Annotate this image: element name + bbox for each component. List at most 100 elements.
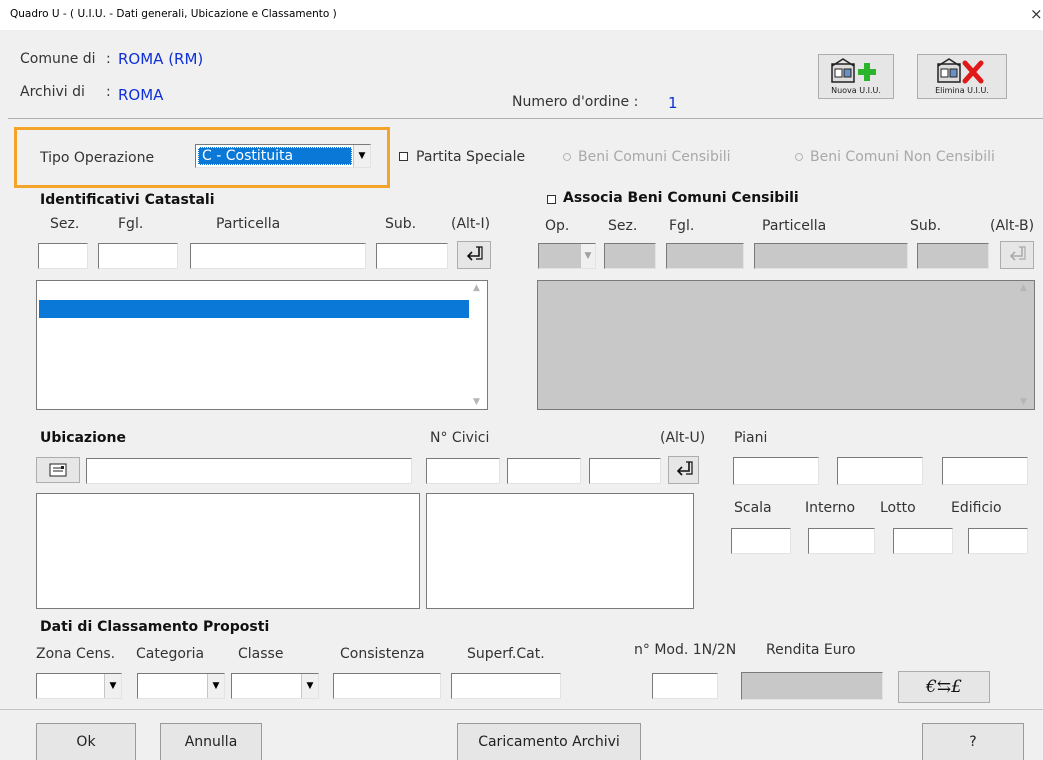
civico-3-input[interactable]	[589, 458, 661, 484]
beni-non-censibili-label: Beni Comuni Non Censibili	[810, 149, 995, 165]
ubicazione-list[interactable]	[36, 493, 420, 609]
archivi-label: Archivi di	[20, 84, 85, 100]
categoria-label: Categoria	[136, 646, 205, 662]
classamento-title: Dati di Classamento Proposti	[40, 619, 270, 635]
civico-1-input[interactable]	[426, 458, 500, 484]
consistenza-input[interactable]	[333, 673, 441, 699]
piani-label: Piani	[734, 430, 768, 446]
insert-civico-button[interactable]	[668, 456, 699, 484]
window-title: Quadro U - ( U.I.U. - Dati generali, Ubi…	[10, 8, 337, 20]
sub-input[interactable]	[376, 243, 448, 269]
enter-arrow-icon-disabled	[1009, 246, 1026, 261]
tipo-operazione-select[interactable]: C - Costituita ▼	[195, 144, 371, 168]
title-bar: Quadro U - ( U.I.U. - Dati generali, Ubi…	[0, 0, 1043, 30]
scala-input[interactable]	[731, 528, 791, 554]
identificativi-sez-label: Sez.	[50, 216, 80, 232]
identificativi-scrollbar[interactable]: ▲ ▼	[471, 283, 485, 407]
lotto-label: Lotto	[880, 500, 916, 516]
particella-input[interactable]	[190, 243, 366, 269]
fgl-input[interactable]	[98, 243, 178, 269]
associa-sez-input[interactable]	[604, 243, 656, 269]
comune-value: ROMA (RM)	[118, 50, 204, 68]
associa-fgl-input[interactable]	[666, 243, 744, 269]
identificativi-selected-row[interactable]	[39, 300, 469, 318]
partita-speciale-checkbox[interactable]	[399, 152, 408, 161]
associa-shortcut: (Alt-B)	[990, 218, 1035, 234]
identificativi-list[interactable]: ▲ ▼	[36, 280, 488, 410]
associa-particella-input[interactable]	[754, 243, 908, 269]
beni-censibili-label: Beni Comuni Censibili	[578, 149, 731, 165]
edificio-label: Edificio	[951, 500, 1002, 516]
civici-list[interactable]	[426, 493, 694, 609]
ubicazione-shortcut: (Alt-U)	[660, 430, 706, 446]
card-list-icon	[49, 463, 67, 477]
elimina-uiu-label: Elimina U.I.U.	[935, 86, 989, 95]
tipo-operazione-label: Tipo Operazione	[40, 150, 155, 166]
euro-pound-icon: €⇆£	[926, 677, 962, 697]
identificativi-title: Identificativi Catastali	[40, 192, 215, 208]
identificativi-particella-label: Particella	[216, 216, 281, 232]
associa-list[interactable]: ▲ ▼	[537, 280, 1035, 410]
beni-censibili-radio[interactable]	[563, 153, 571, 161]
categoria-select[interactable]: ▼	[137, 673, 225, 699]
comune-label: Comune di	[20, 51, 96, 67]
annulla-button[interactable]: Annulla	[160, 723, 262, 760]
associa-scrollbar[interactable]: ▲ ▼	[1018, 283, 1032, 407]
zona-chevron-icon[interactable]: ▼	[104, 674, 121, 698]
civico-2-input[interactable]	[507, 458, 581, 484]
mod-label: n° Mod. 1N/2N	[634, 642, 737, 658]
superf-label: Superf.Cat.	[467, 646, 545, 662]
associa-insert-button[interactable]	[1000, 241, 1034, 269]
nuova-uiu-label: Nuova U.I.U.	[831, 86, 881, 95]
annulla-label: Annulla	[184, 734, 238, 750]
archivi-value: ROMA	[118, 86, 164, 104]
caricamento-label: Caricamento Archivi	[478, 734, 620, 750]
piano-3-input[interactable]	[942, 457, 1028, 485]
classe-label: Classe	[238, 646, 284, 662]
mod-input[interactable]	[652, 673, 718, 699]
currency-convert-button[interactable]: €⇆£	[898, 671, 990, 703]
associa-checkbox[interactable]	[547, 195, 556, 204]
associa-op-select[interactable]: ▼	[538, 243, 596, 269]
zona-select[interactable]: ▼	[36, 673, 122, 699]
consistenza-label: Consistenza	[340, 646, 425, 662]
piano-1-input[interactable]	[733, 457, 819, 485]
piano-2-input[interactable]	[837, 457, 923, 485]
edificio-input[interactable]	[968, 528, 1028, 554]
elimina-uiu-button[interactable]: Elimina U.I.U.	[917, 54, 1007, 99]
scala-label: Scala	[734, 500, 772, 516]
classe-chevron-icon[interactable]: ▼	[301, 674, 318, 698]
superf-input[interactable]	[451, 673, 561, 699]
associa-op-chevron-icon[interactable]: ▼	[580, 244, 595, 268]
new-house-icon	[831, 58, 876, 83]
classe-select[interactable]: ▼	[231, 673, 319, 699]
help-button[interactable]: ?	[922, 723, 1024, 760]
interno-input[interactable]	[808, 528, 875, 554]
beni-non-censibili-radio[interactable]	[795, 153, 803, 161]
caricamento-archivi-button[interactable]: Caricamento Archivi	[457, 723, 641, 760]
close-icon[interactable]: ×	[1030, 5, 1043, 23]
identificativi-shortcut: (Alt-I)	[451, 216, 491, 232]
civici-label: N° Civici	[430, 430, 490, 446]
insert-identificativo-button[interactable]	[457, 241, 491, 269]
header-divider	[8, 118, 1043, 119]
associa-sub-input[interactable]	[917, 243, 989, 269]
associa-title: Associa Beni Comuni Censibili	[563, 190, 799, 206]
lotto-input[interactable]	[893, 528, 953, 554]
toponimo-lookup-button[interactable]	[36, 457, 80, 483]
categoria-chevron-icon[interactable]: ▼	[207, 674, 224, 698]
associa-op-label: Op.	[545, 218, 570, 234]
interno-label: Interno	[805, 500, 856, 516]
enter-arrow-icon	[466, 246, 483, 261]
help-label: ?	[969, 734, 977, 750]
ubicazione-title: Ubicazione	[40, 430, 126, 446]
associa-sez-label: Sez.	[608, 218, 638, 234]
ok-button[interactable]: Ok	[36, 723, 136, 760]
sez-input[interactable]	[38, 243, 88, 269]
indirizzo-input[interactable]	[86, 458, 412, 484]
rendita-input	[741, 672, 883, 700]
associa-sub-label: Sub.	[910, 218, 942, 234]
ok-label: Ok	[76, 734, 96, 750]
chevron-down-icon[interactable]: ▼	[353, 145, 370, 167]
nuova-uiu-button[interactable]: Nuova U.I.U.	[818, 54, 894, 99]
